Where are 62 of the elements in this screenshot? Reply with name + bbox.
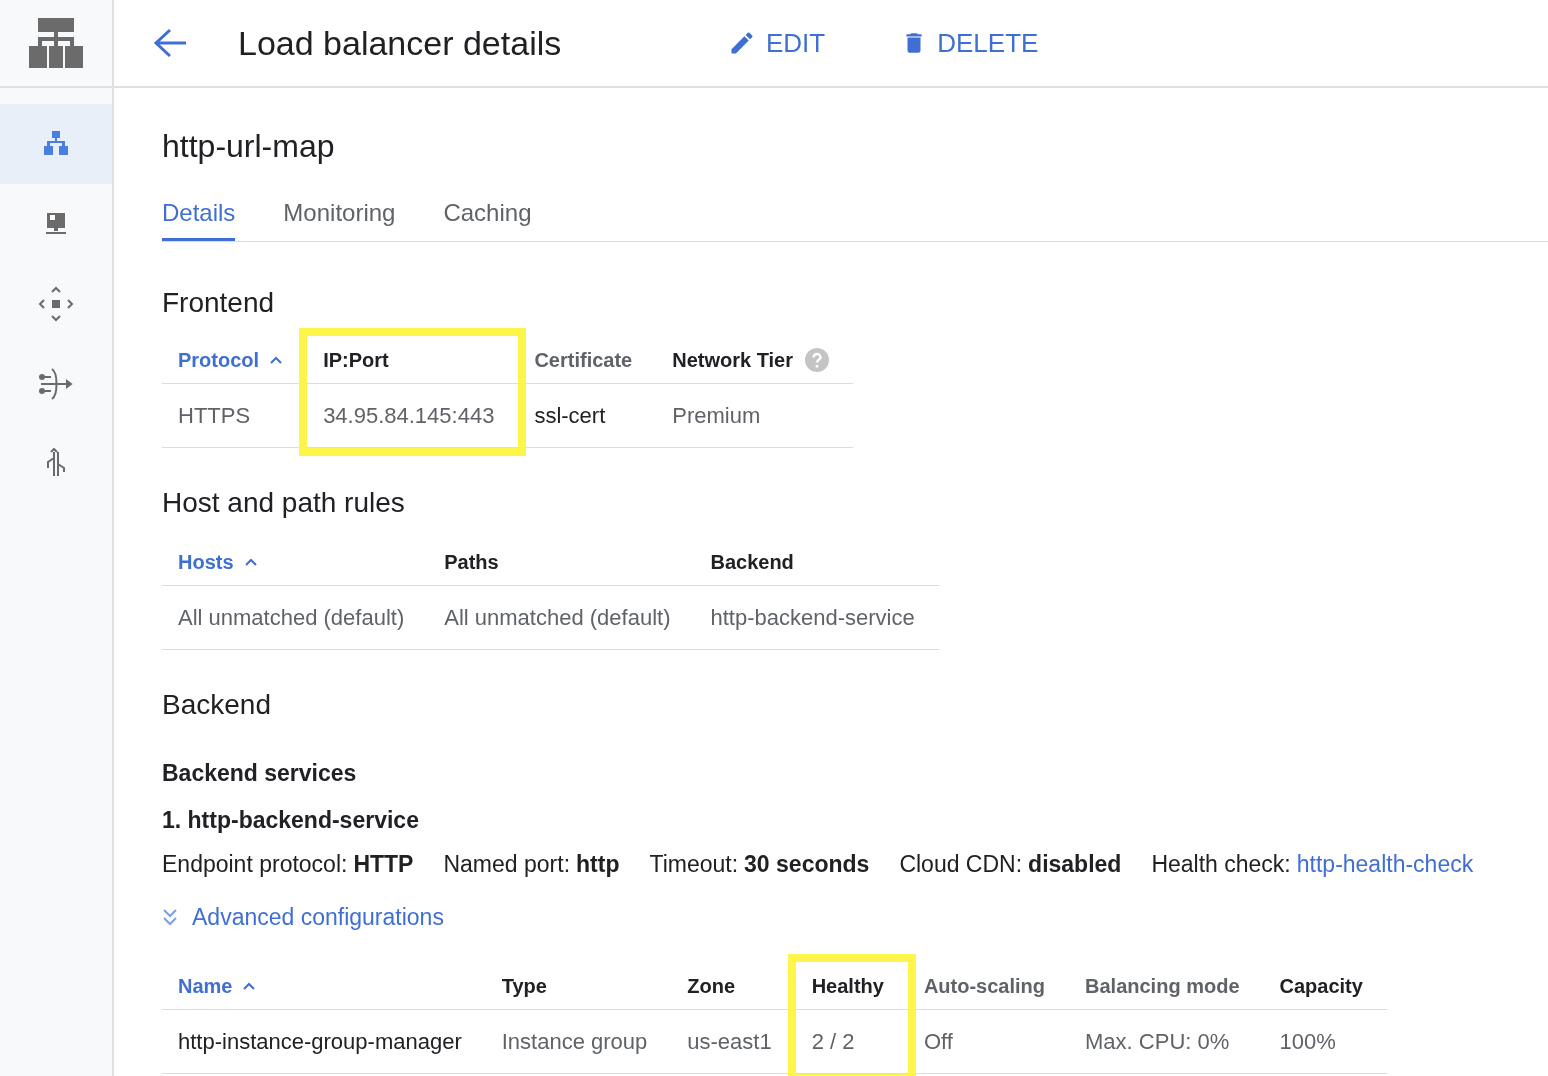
- sidebar-item[interactable]: [0, 104, 112, 184]
- edit-button[interactable]: EDIT: [728, 23, 826, 63]
- column-header[interactable]: Protocol: [178, 344, 260, 375]
- tab[interactable]: Details: [162, 188, 236, 241]
- table-cell-text: Premium: [672, 402, 761, 430]
- tab[interactable]: Monitoring: [283, 188, 396, 241]
- help-icon[interactable]: [805, 347, 829, 372]
- table-cell-text: http-backend-service: [710, 604, 915, 632]
- tab[interactable]: Caching: [443, 188, 532, 241]
- table-cell-text: HTTPS: [178, 402, 251, 430]
- column-header: Auto-scaling: [923, 973, 1046, 999]
- double-chevron-icon: [162, 906, 178, 927]
- hierarchy-logo-icon: [28, 18, 84, 68]
- table-cell-text: All unmatched (default): [444, 604, 671, 632]
- table-cell-text: ssl-cert: [534, 402, 606, 430]
- section-heading: Backend: [162, 688, 271, 722]
- back-arrow-icon[interactable]: [152, 27, 188, 59]
- delete-button[interactable]: DELETE: [901, 23, 1039, 63]
- detail-value: HTTP: [353, 850, 414, 879]
- subsection-heading: Backend services: [162, 759, 357, 788]
- table-cell-text: Off: [923, 1028, 953, 1056]
- detail-label: Timeout:: [649, 850, 739, 879]
- table-cell-text: Instance group: [501, 1028, 648, 1056]
- funnel-arrow-icon: [37, 365, 75, 403]
- column-header: Balancing mode: [1085, 973, 1240, 999]
- table-cell-text: Max. CPU: 0%: [1085, 1028, 1230, 1056]
- column-header: Backend: [710, 549, 794, 575]
- column-header[interactable]: Hosts: [178, 546, 234, 577]
- table-cell-text: 100%: [1279, 1028, 1336, 1056]
- section-heading: Host and path rules: [162, 486, 405, 520]
- column-header: Zone: [687, 973, 736, 999]
- column-header: Healthy: [811, 973, 884, 999]
- sort-up-icon: [242, 980, 257, 991]
- column-header: Type: [501, 973, 547, 999]
- detail-value: http: [576, 850, 620, 879]
- table-cell-text: http-instance-group-manager: [178, 1028, 462, 1056]
- hierarchy-icon: [42, 130, 70, 158]
- directions-icon: [37, 285, 75, 323]
- sort-up-icon: [269, 354, 284, 365]
- page-title: Load balancer details: [238, 22, 563, 64]
- column-header: IP:Port: [323, 347, 389, 373]
- advanced-configurations-toggle[interactable]: Advanced configurations: [162, 899, 444, 934]
- service-title: 1. http-backend-service: [162, 805, 419, 835]
- detail-value: disabled: [1028, 850, 1122, 879]
- sort-up-icon: [243, 556, 258, 567]
- column-header: Certificate: [534, 347, 633, 373]
- health-check-link[interactable]: http-health-check: [1296, 847, 1474, 882]
- section-heading: Frontend: [162, 286, 275, 320]
- column-header: Capacity: [1279, 973, 1363, 999]
- detail-label: Named port:: [443, 850, 571, 879]
- table-cell-text: us-east1: [687, 1028, 772, 1056]
- table-cell-text: 34.95.84.145:443: [323, 402, 495, 430]
- column-header: Network Tier: [672, 347, 793, 373]
- detail-label: Endpoint protocol:: [162, 850, 348, 879]
- table-cell-text: 2 / 2: [811, 1028, 855, 1056]
- column-header[interactable]: Name: [178, 970, 233, 1001]
- detail-label: Health check:: [1151, 850, 1291, 879]
- detail-value: 30 seconds: [744, 850, 870, 879]
- resource-name: http-url-map: [162, 127, 335, 166]
- column-header: Paths: [444, 549, 499, 575]
- table-cell-text: All unmatched (default): [178, 604, 405, 632]
- detail-label: Cloud CDN:: [899, 850, 1023, 879]
